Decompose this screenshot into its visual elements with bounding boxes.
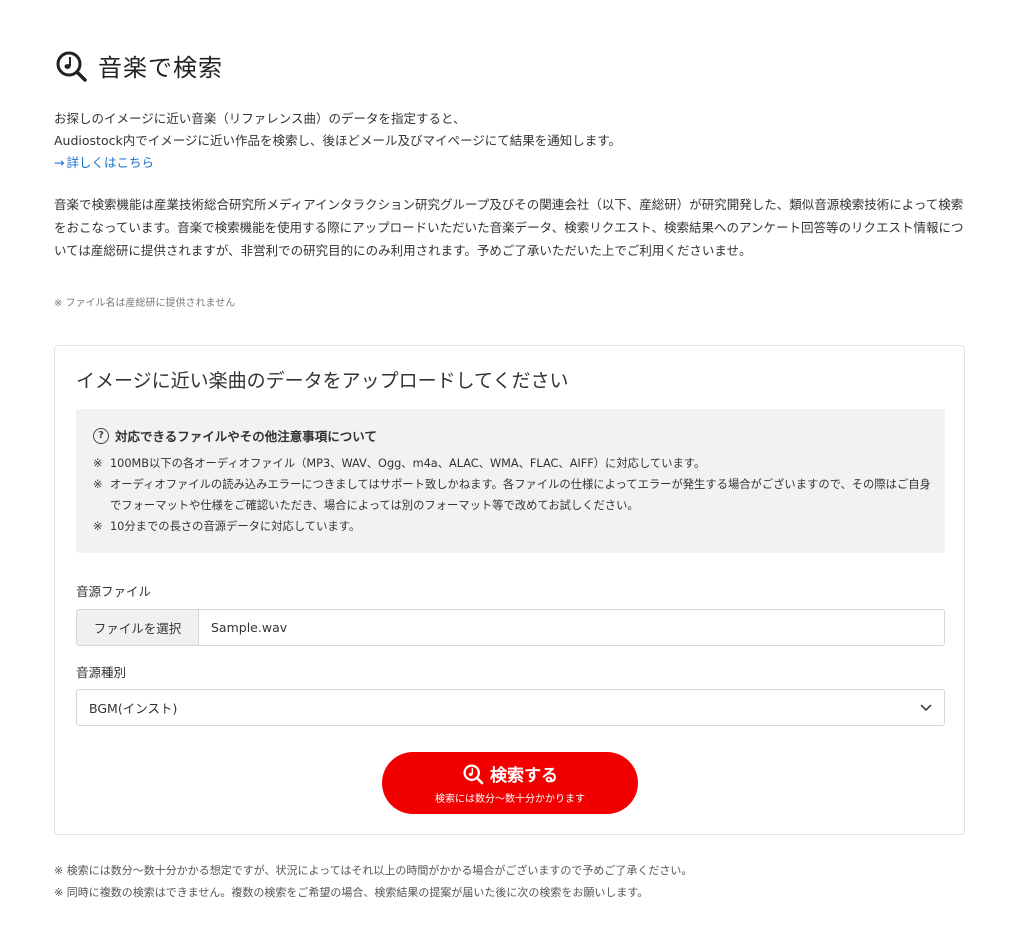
footer-note: ※ 同時に複数の検索はできません。複数の検索をご希望の場合、検索結果の提案が届い… [54,886,649,899]
sound-type-value: BGM(インスト) [89,701,178,716]
footer-note: ※ 検索には数分〜数十分かかる想定ですが、状況によってはそれ以上の時間がかかる場… [54,864,693,877]
details-link-label: 詳しくはこちら [66,155,154,170]
intro-line-1: お探しのイメージに近い音楽（リファレンス曲）のデータを指定すると、 [54,111,466,126]
choose-file-button[interactable]: ファイルを選択 [77,610,199,645]
upload-panel: イメージに近い楽曲のデータをアップロードしてください ? 対応できるファイルやそ… [54,345,965,835]
intro-line-2: Audiostock内でイメージに近い作品を検索し、後ほどメール及びマイページに… [54,133,621,148]
notice-title: ? 対応できるファイルやその他注意事項について [93,426,377,445]
chevron-down-icon [920,704,932,711]
footer-notes: ※ 検索には数分〜数十分かかる想定ですが、状況によってはそれ以上の時間がかかる場… [54,860,692,904]
page-title-text: 音楽で検索 [98,54,223,82]
notice-item: ※ 100MB以下の各オーディオファイル（MP3、WAV、Ogg、m4a、ALAC… [93,457,706,470]
notice-list: ※ 100MB以下の各オーディオファイル（MP3、WAV、Ogg、m4a、ALAC… [93,453,933,537]
search-button-label: 検索する [490,766,558,786]
description-text: 音楽で検索機能は産業技術総合研究所メディアインタラクション研究グループ及びその関… [54,197,964,258]
search-button-sublabel: 検索には数分〜数十分かかります [435,794,585,805]
sound-type-select[interactable]: BGM(インスト) [76,689,945,726]
search-button-main: 検索する [462,761,558,786]
notice-box: ? 対応できるファイルやその他注意事項について ※ 100MB以下の各オーディオフ… [76,409,945,553]
notice-title-text: 対応できるファイルやその他注意事項について [115,429,377,444]
filename-note: ※ ファイル名は産総研に提供されません [54,298,236,309]
file-field-label: 音源ファイル [76,584,152,599]
search-button[interactable]: 検索する 検索には数分〜数十分かかります [382,752,638,814]
question-circle-icon: ? [93,427,109,444]
upload-heading: イメージに近い楽曲のデータをアップロードしてください [76,370,569,392]
selected-file-name: Sample.wav [211,620,288,635]
notice-item: ※ オーディオファイルの読み込みエラーにつきましてはサポート致しかねます。各ファイ… [93,478,931,512]
music-search-icon [56,51,87,82]
arrow-right-icon: → [54,155,65,170]
music-search-icon [463,763,484,784]
details-link[interactable]: → 詳しくはこちら [54,152,154,174]
type-field-label: 音源種別 [76,665,127,680]
file-input[interactable]: ファイルを選択 Sample.wav [76,609,945,646]
page-title: 音楽で検索 [54,48,223,83]
notice-item: ※ 10分までの長さの音源データに対応しています。 [93,520,361,533]
intro-text: お探しのイメージに近い音楽（リファレンス曲）のデータを指定すると、 Audios… [54,108,621,174]
